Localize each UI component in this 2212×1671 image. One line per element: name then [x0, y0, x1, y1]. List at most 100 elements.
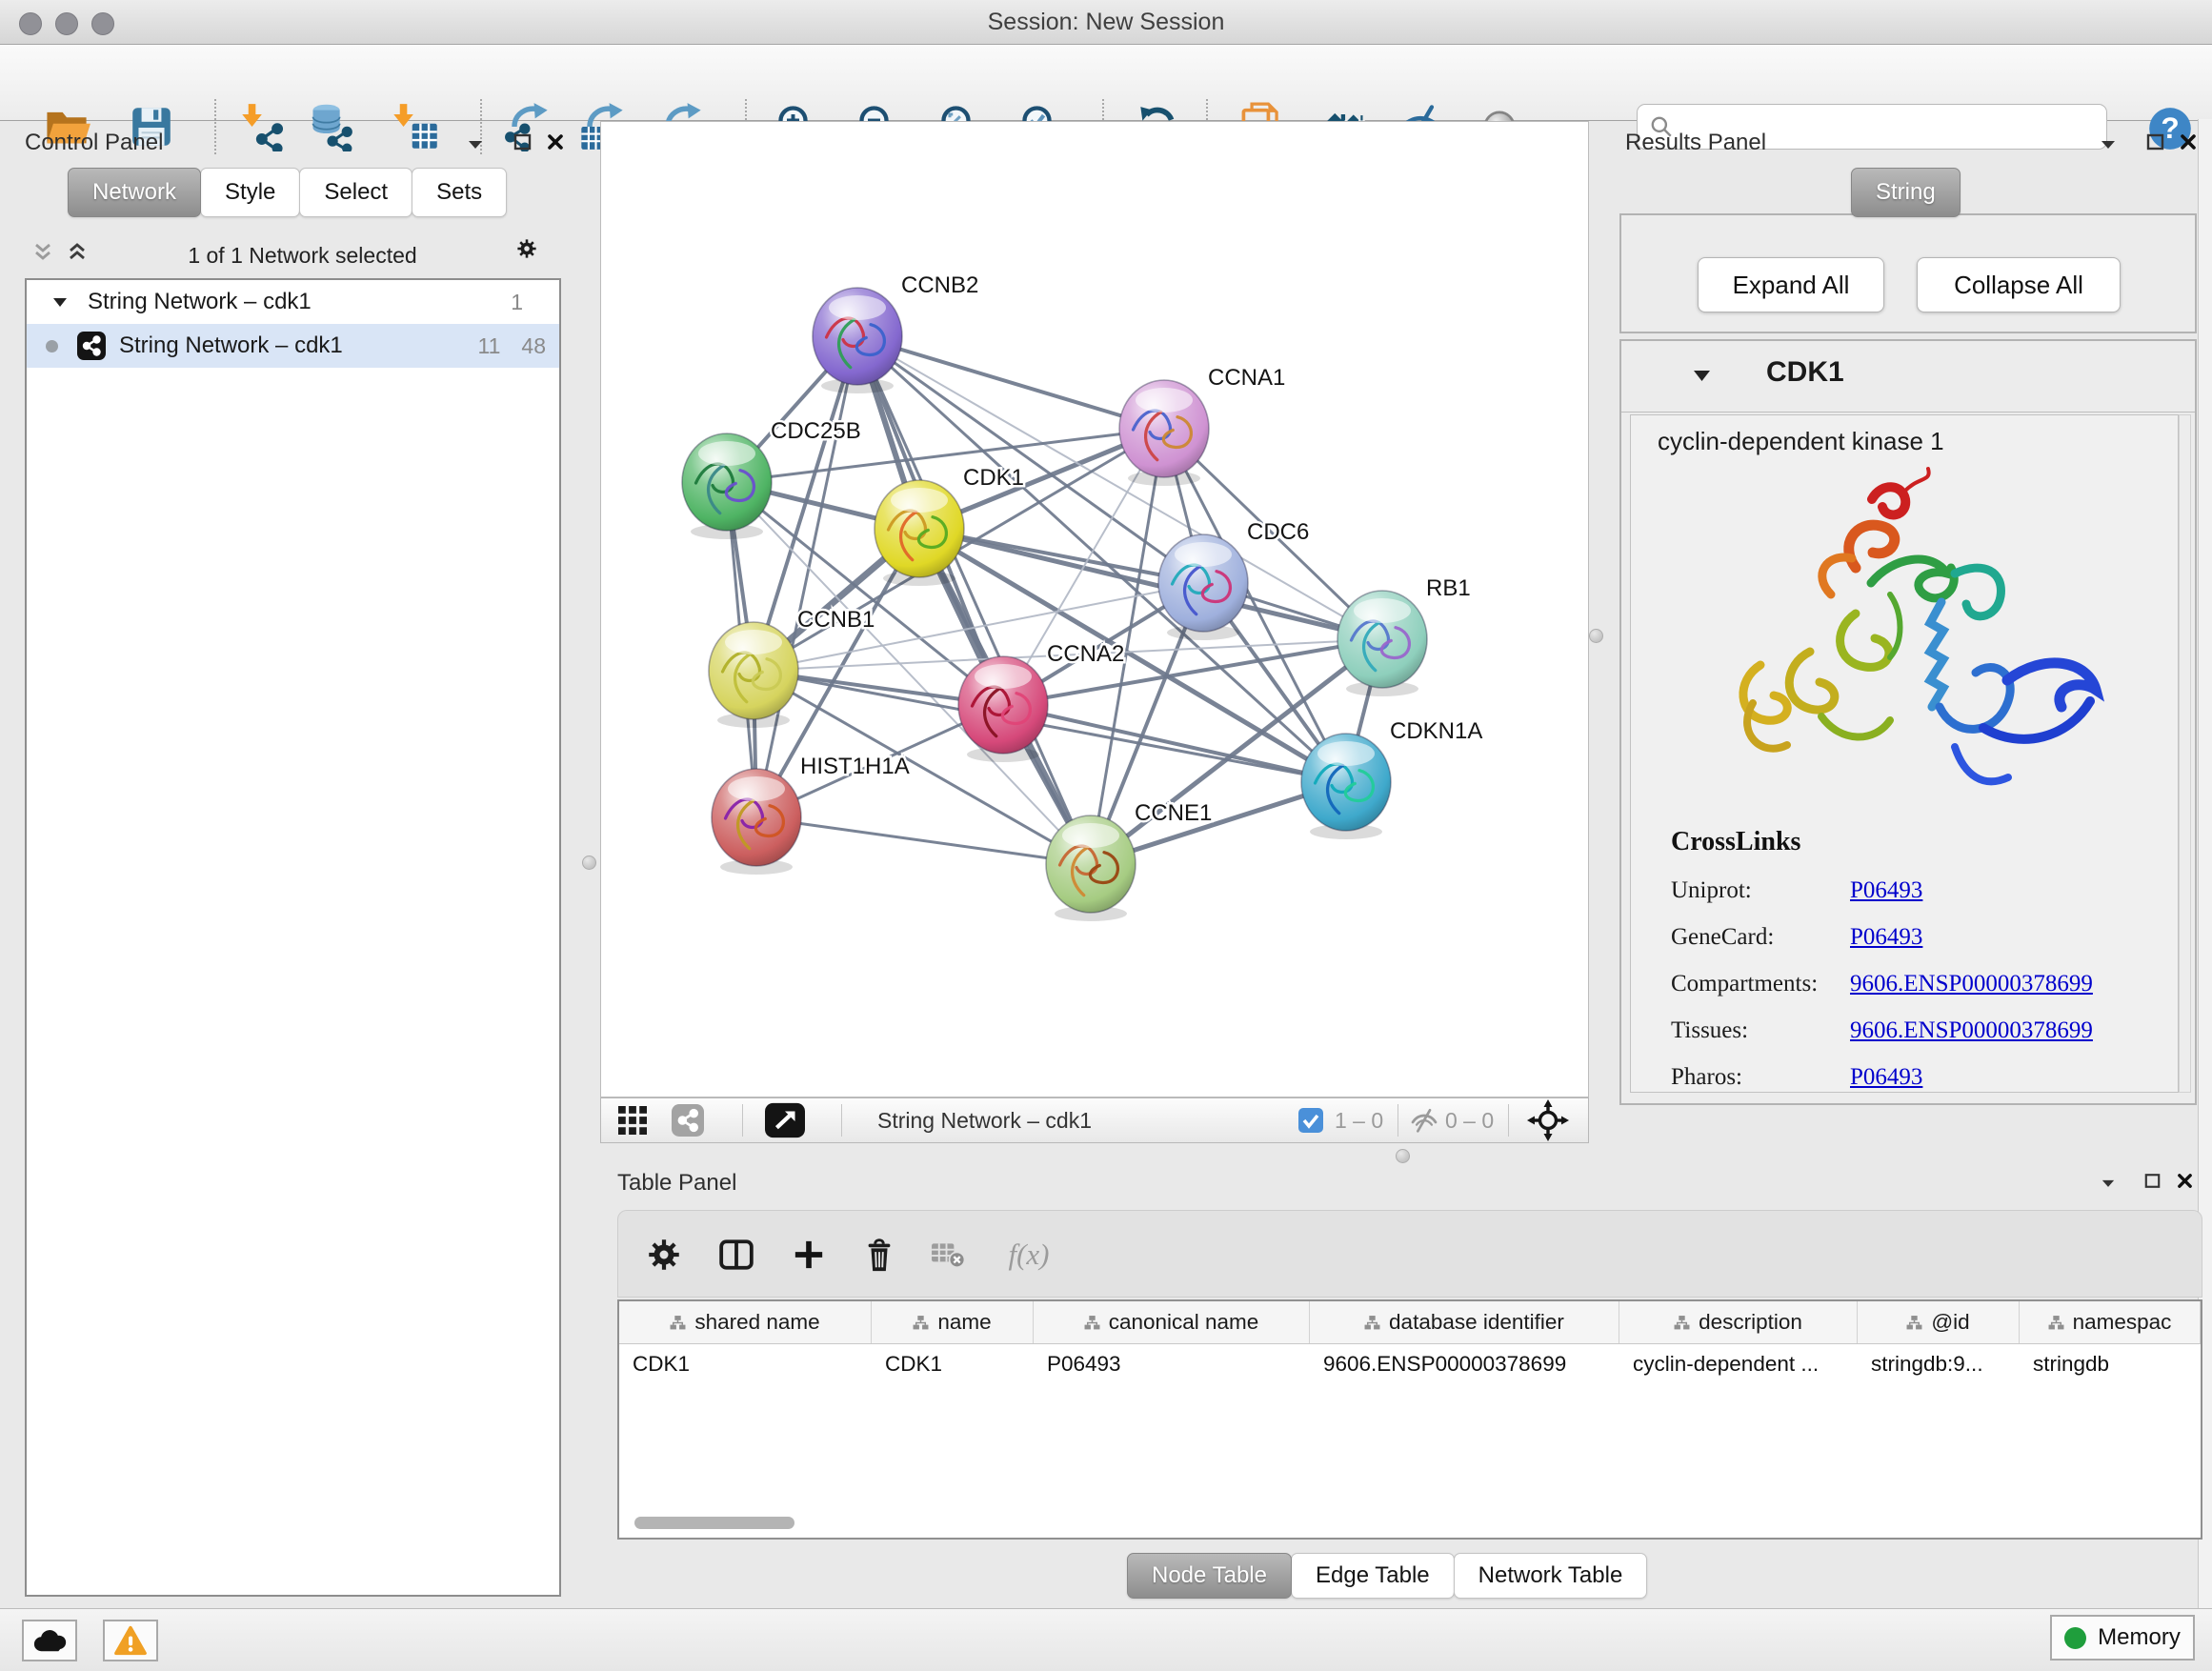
- tab-network-table[interactable]: Network Table: [1454, 1553, 1648, 1599]
- column-header-shared-name[interactable]: shared name: [619, 1301, 872, 1343]
- network-edge-CCNB2-CCNA1[interactable]: [857, 336, 1164, 429]
- table-panel-close-icon[interactable]: [2174, 1170, 2195, 1191]
- tab-edge-table[interactable]: Edge Table: [1291, 1553, 1455, 1599]
- add-column-icon[interactable]: [717, 1236, 755, 1274]
- tab-network[interactable]: Network: [68, 168, 201, 217]
- column-header-name[interactable]: name: [872, 1301, 1034, 1343]
- title-bar: Session: New Session: [0, 0, 2212, 45]
- statusbar-divider: [841, 1104, 842, 1137]
- crosslink-link[interactable]: P06493: [1850, 1064, 1922, 1091]
- section-expander-icon[interactable]: [1694, 370, 1710, 382]
- crosslink-row: Tissues:9606.ENSP00000378699: [1671, 1017, 2093, 1044]
- pan-crosshair-icon[interactable]: [1527, 1098, 1569, 1142]
- network-node-CCNA2[interactable]: [958, 656, 1048, 762]
- table-cell[interactable]: CDK1: [872, 1344, 1034, 1384]
- network-canvas[interactable]: CCNB2CCNA1CDC25BCDK1CDC6RB1CCNB1CCNA2CDK…: [600, 121, 1589, 1097]
- grid-view-icon[interactable]: [618, 1098, 647, 1142]
- results-panel-close-icon[interactable]: [2178, 131, 2199, 152]
- network-node-CCNE1[interactable]: [1046, 815, 1136, 921]
- table-row[interactable]: CDK1CDK1P064939606.ENSP00000378699cyclin…: [619, 1344, 2201, 1384]
- network-collection-row[interactable]: String Network – cdk1 1: [27, 280, 559, 324]
- network-node-CCNA1[interactable]: [1119, 380, 1209, 486]
- network-node-RB1[interactable]: [1337, 591, 1427, 696]
- network-node-label: CCNA2: [1047, 641, 1124, 667]
- left-splitter-handle[interactable]: [582, 856, 596, 870]
- share-view-icon[interactable]: [672, 1098, 704, 1142]
- expand-all-button[interactable]: Expand All: [1698, 257, 1884, 312]
- tab-sets[interactable]: Sets: [412, 168, 507, 217]
- table-cell[interactable]: P06493: [1034, 1344, 1310, 1384]
- delete-row-icon[interactable]: [860, 1236, 898, 1274]
- hidden-eye-icon[interactable]: [1409, 1098, 1439, 1142]
- bottom-splitter-handle[interactable]: [1396, 1149, 1410, 1163]
- network-collection-count: 1: [511, 290, 523, 315]
- birdseye-view-icon[interactable]: [765, 1098, 805, 1142]
- network-edge-CCNA2-CDKN1A[interactable]: [1003, 705, 1346, 782]
- table-cell[interactable]: cyclin-dependent ...: [1619, 1344, 1858, 1384]
- function-builder-icon[interactable]: f(x): [995, 1236, 1062, 1274]
- results-panel-float-icon[interactable]: [2144, 131, 2165, 152]
- network-node-CCNB2[interactable]: [813, 288, 902, 393]
- tab-style[interactable]: Style: [200, 168, 300, 217]
- tab-select[interactable]: Select: [299, 168, 412, 217]
- results-panel-menu-icon[interactable]: [2098, 133, 2119, 154]
- column-header-namespac[interactable]: namespac: [2020, 1301, 2201, 1343]
- table-cell[interactable]: stringdb: [2020, 1344, 2201, 1384]
- network-node-CCNB1[interactable]: [709, 622, 798, 728]
- results-panel-title: Results Panel: [1625, 130, 1766, 156]
- control-panel-float-icon[interactable]: [512, 131, 533, 152]
- import-network-file-icon[interactable]: [237, 100, 291, 153]
- add-row-icon[interactable]: [790, 1236, 828, 1274]
- network-edge-HIST1H1A-CCNE1[interactable]: [756, 817, 1091, 864]
- network-options-gear-icon[interactable]: [516, 238, 537, 259]
- memory-button[interactable]: Memory: [2050, 1615, 2195, 1661]
- column-header-canonical-name[interactable]: canonical name: [1034, 1301, 1310, 1343]
- import-table-icon[interactable]: [389, 100, 442, 153]
- table-panel-tabs: Node TableEdge TableNetwork Table: [1128, 1553, 1647, 1599]
- right-splitter-handle[interactable]: [1589, 629, 1603, 643]
- network-node-HIST1H1A[interactable]: [712, 769, 801, 875]
- results-scrollbar[interactable]: [2179, 414, 2191, 1093]
- status-bar: Memory: [0, 1608, 2212, 1671]
- table-panel-float-icon[interactable]: [2142, 1170, 2162, 1191]
- network-node-CDKN1A[interactable]: [1301, 734, 1391, 839]
- table-cell[interactable]: stringdb:9...: [1858, 1344, 2020, 1384]
- selected-count: 1 – 0: [1335, 1098, 1383, 1142]
- collapse-all-button[interactable]: Collapse All: [1917, 257, 2121, 312]
- tab-string[interactable]: String: [1851, 168, 1961, 217]
- crosslink-link[interactable]: P06493: [1850, 877, 1922, 904]
- import-network-database-icon[interactable]: [305, 100, 358, 153]
- warning-button[interactable]: [103, 1620, 158, 1661]
- table-cell[interactable]: 9606.ENSP00000378699: [1310, 1344, 1619, 1384]
- table-settings-gear-icon[interactable]: [645, 1236, 683, 1274]
- gene-section-header[interactable]: CDK1: [1621, 341, 2195, 413]
- control-panel-title: Control Panel: [25, 130, 163, 156]
- table-cell[interactable]: CDK1: [619, 1344, 872, 1384]
- table-panel-menu-icon[interactable]: [2098, 1172, 2119, 1193]
- network-node-label: RB1: [1426, 575, 1471, 601]
- network-node-CDC25B[interactable]: [682, 433, 772, 539]
- crosslink-link[interactable]: 9606.ENSP00000378699: [1850, 971, 2093, 997]
- tree-expander-icon[interactable]: [53, 297, 67, 308]
- column-header--id[interactable]: @id: [1858, 1301, 2020, 1343]
- delete-table-icon[interactable]: [929, 1236, 967, 1274]
- crosslink-link[interactable]: 9606.ENSP00000378699: [1850, 1017, 2093, 1044]
- network-graph[interactable]: CCNB2CCNA1CDC25BCDK1CDC6RB1CCNB1CCNA2CDK…: [601, 122, 1588, 1097]
- control-panel-close-icon[interactable]: [545, 131, 566, 152]
- selected-checkbox-icon[interactable]: [1298, 1098, 1323, 1142]
- node-table[interactable]: shared namenamecanonical namedatabase id…: [617, 1299, 2202, 1540]
- network-edge-CCNB2-CCNE1[interactable]: [857, 336, 1091, 864]
- collapse-all-icon[interactable]: [32, 242, 53, 263]
- table-horizontal-scrollbar[interactable]: [634, 1517, 794, 1529]
- statusbar-divider: [742, 1104, 743, 1137]
- column-header-database-identifier[interactable]: database identifier: [1310, 1301, 1619, 1343]
- expand-all-icon[interactable]: [67, 242, 88, 263]
- control-panel-menu-icon[interactable]: [465, 133, 486, 154]
- crosslink-label: GeneCard:: [1671, 924, 1850, 951]
- network-view-title: String Network – cdk1: [877, 1098, 1092, 1142]
- network-row-selected[interactable]: String Network – cdk1 11 48: [27, 324, 559, 368]
- tab-node-table[interactable]: Node Table: [1127, 1553, 1292, 1599]
- column-header-description[interactable]: description: [1619, 1301, 1858, 1343]
- cloud-button[interactable]: [22, 1620, 77, 1661]
- crosslink-link[interactable]: P06493: [1850, 924, 1922, 951]
